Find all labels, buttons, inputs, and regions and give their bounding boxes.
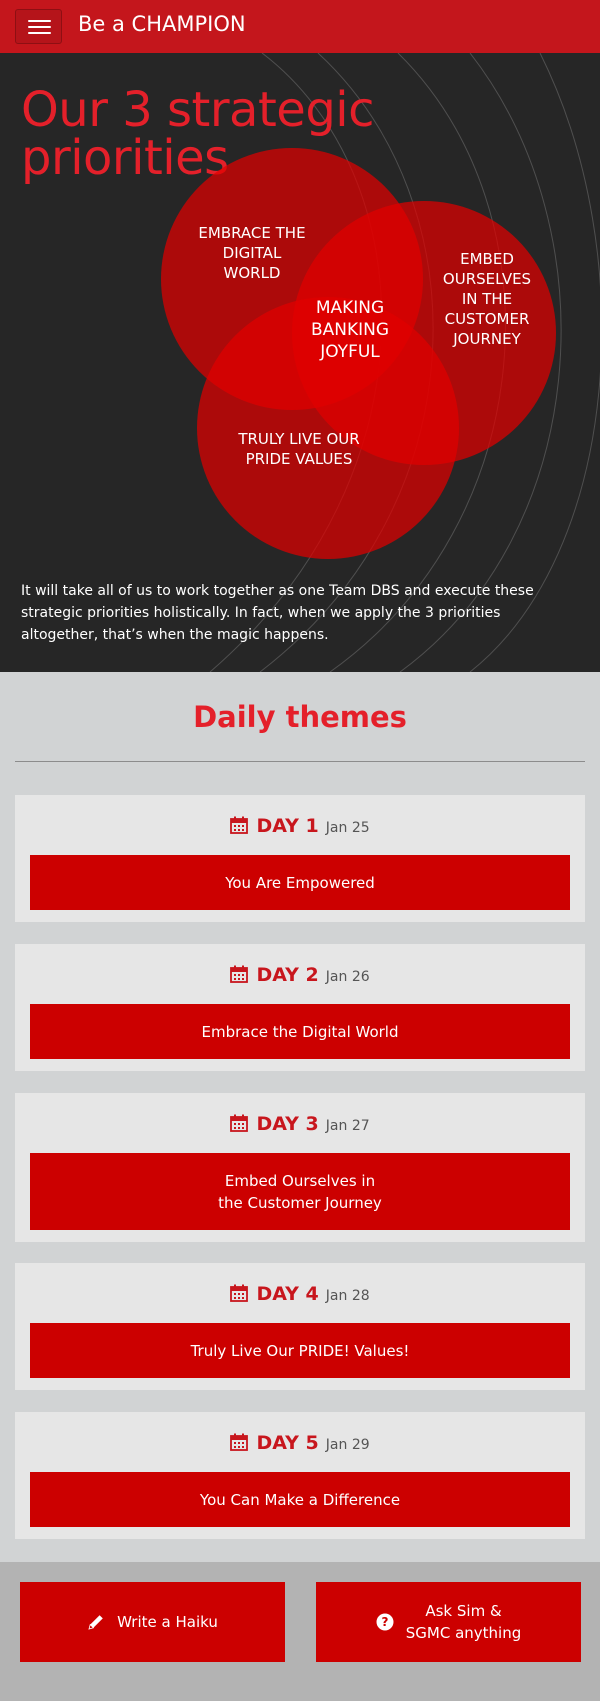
day-heading: DAY 3 Jan 27 (15, 1113, 585, 1135)
day-date: Jan 28 (325, 1288, 370, 1304)
app-title[interactable]: Be a CHAMPION (78, 12, 246, 36)
day-number: DAY 5 (256, 1432, 319, 1454)
svg-text:?: ? (381, 1615, 388, 1629)
day-number: DAY 4 (256, 1283, 319, 1305)
day-heading: DAY 5 Jan 29 (15, 1432, 585, 1454)
venn-label-line: EMBED (460, 250, 514, 268)
venn-label-line: PRIDE VALUES (245, 450, 353, 468)
day-theme-button[interactable]: Truly Live Our PRIDE! Values! (30, 1323, 570, 1378)
day-card: DAY 2 Jan 26 Embrace the Digital World (15, 944, 585, 1071)
hamburger-icon-bar (28, 32, 51, 34)
day-theme-label: You Are Empowered (225, 873, 375, 892)
day-card: DAY 1 Jan 25 You Are Empowered (15, 795, 585, 922)
daily-themes-heading: Daily themes (193, 700, 407, 734)
divider (15, 761, 585, 762)
ask-anything-line: SGMC anything (405, 1624, 522, 1642)
venn-label-line: BANKING (310, 320, 390, 340)
day-theme-label: the Customer Journey (218, 1193, 382, 1212)
day-theme-label: Embed Ourselves in (224, 1171, 376, 1190)
ask-anything-button[interactable]: ? Ask Sim & SGMC anything (316, 1582, 581, 1662)
footer-bar: Write a Haiku ? Ask Sim & SGMC anything (0, 1562, 600, 1701)
day-theme-button[interactable]: Embrace the Digital World (30, 1004, 570, 1059)
venn-label-line: MAKING (315, 298, 385, 318)
calendar-icon (230, 965, 249, 983)
venn-label-digital: EMBRACE THE DIGITAL WORLD (182, 223, 322, 283)
day-card: DAY 3 Jan 27 Embed Ourselves in the Cust… (15, 1093, 585, 1242)
day-theme-button[interactable]: You Can Make a Difference (30, 1472, 570, 1527)
write-haiku-label: Write a Haiku (117, 1613, 218, 1631)
day-number: DAY 2 (256, 964, 319, 986)
day-theme-button[interactable]: Embed Ourselves in the Customer Journey (30, 1153, 570, 1230)
venn-label-center: MAKING BANKING JOYFUL (298, 297, 402, 363)
calendar-icon (230, 1284, 249, 1302)
day-date: Jan 29 (325, 1437, 370, 1453)
question-circle-icon: ? (376, 1613, 394, 1631)
calendar-icon (230, 1114, 249, 1132)
day-card: DAY 5 Jan 29 You Can Make a Difference (15, 1412, 585, 1539)
venn-label-pride: TRULY LIVE OUR PRIDE VALUES (222, 429, 376, 469)
venn-label-customer: EMBED OURSELVES IN THE CUSTOMER JOURNEY (432, 249, 542, 349)
venn-label-line: JOURNEY (453, 330, 521, 348)
hamburger-icon-bar (28, 26, 51, 28)
venn-label-line: JOYFUL (320, 342, 380, 362)
day-date: Jan 27 (325, 1118, 370, 1134)
pencil-icon (88, 1615, 103, 1630)
day-theme-label: Truly Live Our PRIDE! Values! (190, 1341, 410, 1360)
day-heading: DAY 1 Jan 25 (15, 815, 585, 837)
day-theme-button[interactable]: You Are Empowered (30, 855, 570, 910)
hero-section: Our 3 strategic priorities EMBRACE THE D… (0, 53, 600, 672)
day-heading: DAY 4 Jan 28 (15, 1283, 585, 1305)
day-date: Jan 25 (325, 820, 370, 836)
day-theme-label: You Can Make a Difference (199, 1490, 401, 1509)
write-haiku-button[interactable]: Write a Haiku (20, 1582, 285, 1662)
day-theme-label: Embrace the Digital World (201, 1022, 399, 1041)
day-card: DAY 4 Jan 28 Truly Live Our PRIDE! Value… (15, 1263, 585, 1390)
venn-label-line: OURSELVES (442, 270, 532, 288)
top-navbar: Be a CHAMPION (0, 0, 600, 53)
day-heading: DAY 2 Jan 26 (15, 964, 585, 986)
menu-button[interactable] (15, 9, 62, 44)
venn-label-line: WORLD (223, 264, 281, 282)
venn-label-line: CUSTOMER (444, 310, 530, 328)
venn-label-line: IN THE (461, 290, 513, 308)
venn-label-line: DIGITAL (222, 244, 282, 262)
day-number: DAY 1 (256, 815, 319, 837)
calendar-icon (230, 816, 249, 834)
venn-label-line: TRULY LIVE OUR (238, 430, 360, 448)
venn-label-line: EMBRACE THE (198, 224, 306, 242)
calendar-icon (230, 1433, 249, 1451)
hero-description: It will take all of us to work together … (21, 583, 534, 643)
ask-anything-line: Ask Sim & (425, 1602, 502, 1620)
ask-anything-label: Ask Sim & SGMC anything (406, 1600, 522, 1644)
day-date: Jan 26 (325, 969, 370, 985)
day-number: DAY 3 (256, 1113, 319, 1135)
hamburger-icon-bar (28, 20, 51, 22)
